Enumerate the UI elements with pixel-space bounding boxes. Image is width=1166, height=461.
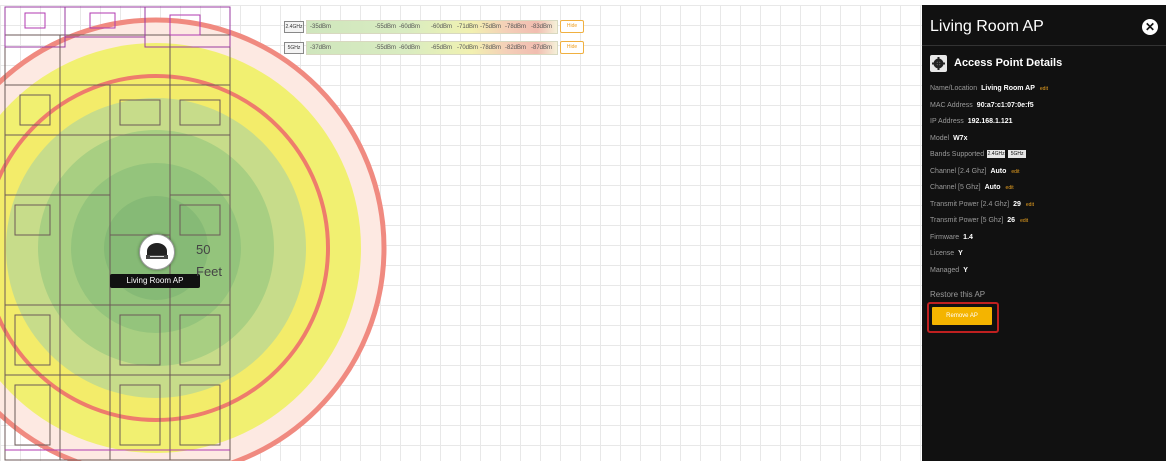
detail-license: License Y — [930, 248, 963, 260]
detail-value: 1.4 — [963, 234, 973, 241]
legend-reading: -65dBm — [431, 45, 453, 51]
detail-label: Transmit Power [2.4 Ghz] — [930, 201, 1010, 208]
band-badge-5ghz: 5GHz — [284, 42, 304, 54]
band-tag-5ghz: 5GHz — [1008, 150, 1027, 159]
detail-label: Transmit Power [5 Ghz] — [930, 217, 1004, 224]
detail-ip: IP Address 192.168.1.121 — [930, 116, 1013, 128]
detail-label: Bands Supported — [930, 151, 985, 158]
detail-value: Living Room AP — [981, 85, 1035, 92]
access-point-marker[interactable] — [139, 234, 175, 270]
detail-label: Channel [2.4 Ghz] — [930, 168, 987, 175]
legend-reading: -82dBm — [505, 45, 527, 51]
edit-channel-24-link[interactable]: edit — [1011, 169, 1019, 175]
ap-details-panel: Living Room AP ✕ Access Point Details Na… — [922, 5, 1166, 461]
close-icon[interactable]: ✕ — [1142, 19, 1158, 35]
scale-unit: Feet — [196, 264, 223, 279]
legend-reading: -78dBm — [480, 45, 502, 51]
section-title: Access Point Details — [954, 57, 1063, 69]
floor-plan-map[interactable]: Living Room AP 50 Feet 2.4GHz -35dBm -55… — [0, 5, 922, 461]
detail-value: Y — [958, 250, 963, 257]
detail-label: License — [930, 250, 955, 257]
detail-name: Name/Location Living Room AP edit — [930, 83, 1048, 95]
detail-managed: Managed Y — [930, 265, 968, 277]
band-badge-24ghz: 2.4GHz — [284, 21, 304, 33]
detail-value: Y — [963, 267, 968, 274]
detail-label: Firmware — [930, 234, 960, 241]
detail-label: Channel [5 Ghz] — [930, 184, 981, 191]
legend-reading: -83dBm — [531, 24, 553, 30]
panel-title: Living Room AP — [930, 18, 1044, 35]
restore-title: Restore this AP — [930, 290, 986, 299]
detail-label: Managed — [930, 267, 960, 274]
band-tag-24ghz: 2.4GHz — [987, 150, 1006, 159]
detail-value: 26 — [1007, 217, 1016, 224]
legend-reading: -60dBm — [399, 24, 421, 30]
scale-value: 50 — [196, 242, 211, 257]
detail-model: Model W7x — [930, 133, 967, 145]
detail-firmware: Firmware 1.4 — [930, 232, 973, 244]
legend-reading: -78dBm — [505, 24, 527, 30]
router-icon — [146, 243, 168, 259]
detail-tx-5: Transmit Power [5 Ghz] 26 edit — [930, 215, 1028, 227]
legend-reading: -75dBm — [480, 24, 502, 30]
gear-icon — [930, 55, 947, 72]
detail-label: Model — [930, 135, 950, 142]
signal-strip-24ghz: -35dBm -55dBm -60dBm -60dBm -71dBm -75dB… — [306, 20, 558, 34]
edit-name-link[interactable]: edit — [1040, 86, 1048, 92]
legend-reading: -35dBm — [310, 24, 332, 30]
edit-tx-5-link[interactable]: edit — [1020, 218, 1028, 224]
legend-reading: -60dBm — [431, 24, 453, 30]
detail-value: Auto — [984, 184, 1001, 191]
coverage-heatmap — [0, 6, 387, 461]
detail-label: MAC Address — [930, 102, 973, 109]
legend-reading: -87dBm — [531, 45, 553, 51]
detail-value: 90:a7:c1:07:0e:f5 — [976, 102, 1034, 109]
detail-value: 192.168.1.121 — [967, 118, 1013, 125]
legend-reading: -55dBm — [375, 45, 397, 51]
detail-bands: Bands Supported 2.4GHz 5GHz — [930, 149, 1027, 161]
panel-divider — [922, 45, 1166, 46]
edit-tx-24-link[interactable]: edit — [1026, 202, 1034, 208]
legend-reading: -55dBm — [375, 24, 397, 30]
detail-channel-5: Channel [5 Ghz] Auto edit — [930, 182, 1014, 194]
remove-ap-button[interactable]: Remove AP — [932, 307, 992, 325]
detail-mac: MAC Address 90:a7:c1:07:0e:f5 — [930, 100, 1034, 112]
hide-24ghz-button[interactable]: Hide — [560, 20, 584, 33]
hide-5ghz-button[interactable]: Hide — [560, 41, 584, 54]
signal-strip-5ghz: -37dBm -55dBm -60dBm -65dBm -70dBm -78dB… — [306, 41, 558, 55]
legend-reading: -71dBm — [457, 24, 479, 30]
detail-label: Name/Location — [930, 85, 978, 92]
edit-channel-5-link[interactable]: edit — [1006, 185, 1014, 191]
detail-value: Auto — [990, 168, 1007, 175]
detail-tx-24: Transmit Power [2.4 Ghz] 29 edit — [930, 199, 1034, 211]
detail-label: IP Address — [930, 118, 964, 125]
detail-value: 29 — [1013, 201, 1021, 208]
detail-channel-24: Channel [2.4 Ghz] Auto edit — [930, 166, 1019, 178]
access-point-label: Living Room AP — [110, 274, 200, 288]
legend-reading: -60dBm — [399, 45, 421, 51]
legend-reading: -37dBm — [310, 45, 332, 51]
detail-value: W7x — [953, 135, 968, 142]
legend-reading: -70dBm — [457, 45, 479, 51]
